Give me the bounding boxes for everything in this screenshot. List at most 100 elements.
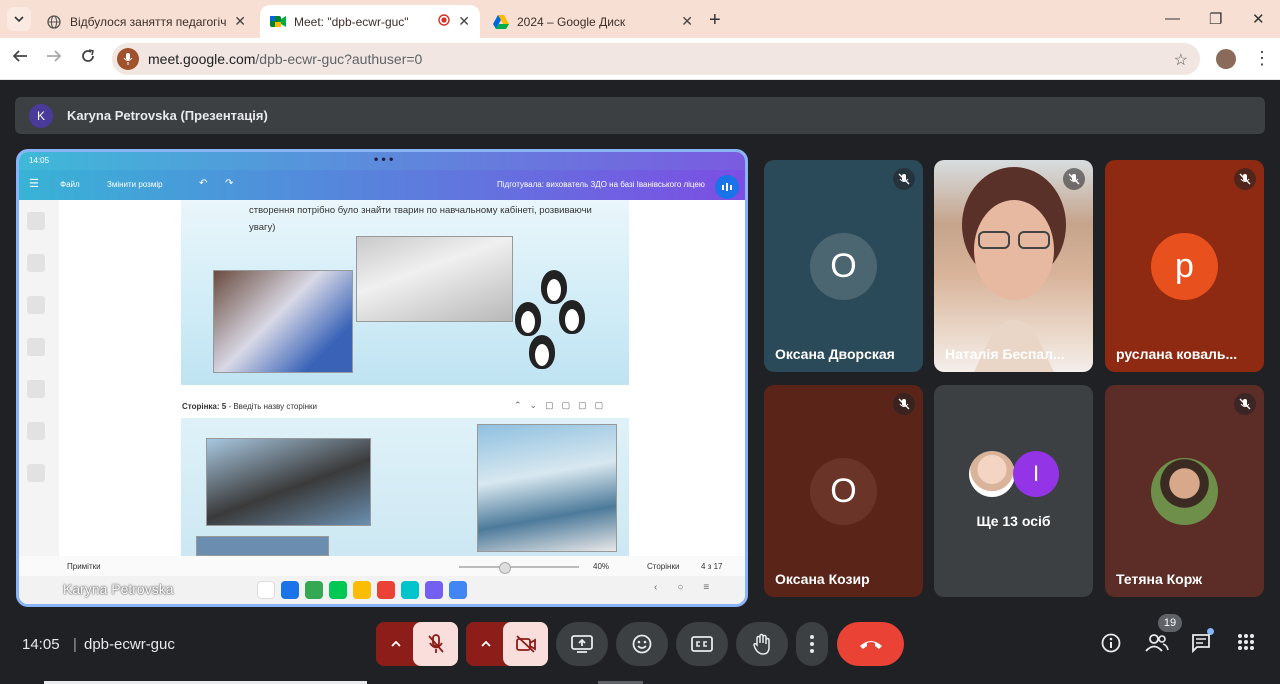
mic-off-icon — [1234, 168, 1256, 190]
mic-options-chevron-icon[interactable] — [376, 622, 416, 666]
people-icon[interactable] — [1145, 633, 1169, 658]
forward-arrow-icon[interactable] — [46, 48, 62, 69]
photo-classroom-2 — [477, 424, 617, 552]
photo-classroom-3 — [196, 536, 329, 556]
tab-title: 2024 – Google Диск — [517, 14, 626, 29]
penguin-illustration — [529, 335, 555, 369]
mic-control-group — [376, 622, 458, 666]
slide-page-4: створення потрібно було знайти тварин по… — [181, 200, 629, 385]
new-tab-button[interactable]: + — [709, 9, 721, 32]
raise-hand-icon — [753, 633, 770, 655]
more-avatars: І — [969, 451, 1059, 497]
reload-icon[interactable] — [80, 48, 96, 69]
close-tab-icon[interactable]: ✕ — [234, 13, 246, 30]
participant-tile-video[interactable]: Наталія Беспал... — [934, 160, 1093, 372]
tablet-dock: Karyna Petrovska ‹○≡ — [19, 576, 745, 604]
call-end-icon — [859, 641, 882, 649]
tab-pedagogical[interactable]: Відбулося заняття педагогічно ✕ — [36, 5, 256, 38]
url-host: meet.google.com — [148, 51, 256, 67]
participant-tile[interactable]: Тетяна Корж — [1105, 385, 1264, 597]
meeting-time: 14:05 — [22, 636, 60, 653]
mic-off-icon — [1063, 168, 1085, 190]
gmail-app-icon — [377, 581, 395, 599]
url-text: meet.google.com/dpb-ecwr-guc?authuser=0 — [148, 51, 422, 67]
participant-tile[interactable]: О Оксана Козир — [764, 385, 923, 597]
presenter-bar: K Karyna Petrovska (Презентація) — [15, 97, 1265, 134]
participant-avatar: О — [810, 458, 877, 525]
present-screen-icon — [571, 635, 593, 653]
pages-label: Сторінки — [647, 562, 680, 571]
reactions-button[interactable] — [616, 622, 668, 666]
google-drive-icon — [493, 14, 509, 30]
google-app-icon — [257, 581, 275, 599]
captions-icon — [691, 636, 713, 652]
site-mic-icon[interactable] — [117, 48, 139, 70]
page-label: Сторінка: 5 - Введіть назву сторінки — [182, 402, 317, 411]
leave-call-button[interactable] — [837, 622, 904, 666]
mic-toggle-button[interactable] — [413, 622, 458, 666]
file-menu: Файл — [60, 180, 80, 189]
participant-avatar: О — [810, 233, 877, 300]
mic-off-icon — [427, 634, 444, 653]
activities-grid-icon[interactable] — [1237, 633, 1255, 656]
camera-options-chevron-icon[interactable] — [466, 622, 506, 666]
penguin-illustration — [541, 270, 567, 304]
page-tools: ⌃⌄▢▢▢▢ — [514, 400, 612, 410]
viber-app-icon — [425, 581, 443, 599]
close-tab-icon[interactable]: ✕ — [458, 13, 470, 30]
browser-toolbar: meet.google.com/dpb-ecwr-guc?authuser=0 … — [0, 38, 1280, 80]
page-number: Сторінка: 5 — [182, 402, 227, 411]
recording-icon — [438, 14, 450, 29]
presenter-label: Karyna Petrovska (Презентація) — [67, 108, 268, 123]
url-path: /dpb-ecwr-guc?authuser=0 — [255, 51, 423, 67]
camera-control-group — [466, 622, 548, 666]
prepared-by-text: Підготувала: вихователь ЗДО на базі Іван… — [497, 180, 705, 189]
restore-button[interactable]: ❐ — [1209, 10, 1222, 28]
mic-off-icon — [893, 168, 915, 190]
participant-tile[interactable]: р руслана коваль... — [1105, 160, 1264, 372]
tab-title: Meet: "dpb-ecwr-guc" — [294, 14, 409, 29]
tablet-time: 14:05 — [29, 156, 50, 165]
participant-avatar: р — [1151, 233, 1218, 300]
play-store-icon — [329, 581, 347, 599]
editor-status-bar: Примітки 40% Сторінки 4 з 17 — [19, 556, 745, 576]
close-window-button[interactable]: ✕ — [1252, 10, 1265, 28]
close-tab-icon[interactable]: ✕ — [681, 13, 693, 30]
hamburger-icon: ☰ — [29, 178, 39, 190]
tab-google-drive[interactable]: 2024 – Google Диск ✕ — [483, 5, 703, 38]
browser-menu-icon[interactable]: ⋮ — [1253, 48, 1271, 69]
messages-app-icon — [281, 581, 299, 599]
bookmark-star-icon[interactable]: ☆ — [1174, 50, 1188, 70]
photo-penguins — [356, 236, 513, 322]
tab-meet[interactable]: Meet: "dpb-ecwr-guc" ✕ — [260, 5, 480, 38]
meeting-info-icon[interactable] — [1101, 633, 1121, 658]
notes-label: Примітки — [67, 562, 101, 571]
camera-toggle-button[interactable] — [503, 622, 548, 666]
raise-hand-button[interactable] — [736, 622, 788, 666]
present-screen-button[interactable] — [556, 622, 608, 666]
shared-screen[interactable]: 14:05 • • • ☰ Файл Змінити розмір ↶ ↷ Пі… — [16, 149, 748, 607]
people-count-badge: 19 — [1158, 614, 1182, 632]
globe-icon — [46, 14, 62, 30]
dock-apps — [257, 581, 467, 599]
back-arrow-icon[interactable] — [12, 48, 28, 69]
captions-button[interactable] — [676, 622, 728, 666]
participant-photo-avatar — [1151, 458, 1218, 525]
emoji-icon — [632, 634, 652, 654]
dock-presenter-name: Karyna Petrovska — [63, 581, 174, 597]
chat-icon[interactable] — [1191, 633, 1211, 658]
participant-photo-avatar — [969, 451, 1015, 497]
participant-tile[interactable]: О Оксана Дворская — [764, 160, 923, 372]
more-dots-icon: • • • — [374, 152, 394, 166]
google-meet-icon — [270, 14, 286, 30]
zoom-slider — [459, 562, 579, 574]
tab-search-button[interactable] — [7, 7, 31, 31]
minimize-button[interactable]: — — [1165, 10, 1180, 27]
slide-text: створення потрібно було знайти тварин по… — [249, 205, 592, 233]
address-bar[interactable]: meet.google.com/dpb-ecwr-guc?authuser=0 … — [112, 43, 1200, 75]
more-participants-tile[interactable]: І Ще 13 осіб — [934, 385, 1093, 597]
camera-off-icon — [515, 635, 536, 653]
more-options-button[interactable] — [796, 622, 828, 666]
profile-avatar[interactable] — [1216, 49, 1236, 69]
participant-name: руслана коваль... — [1116, 346, 1238, 362]
